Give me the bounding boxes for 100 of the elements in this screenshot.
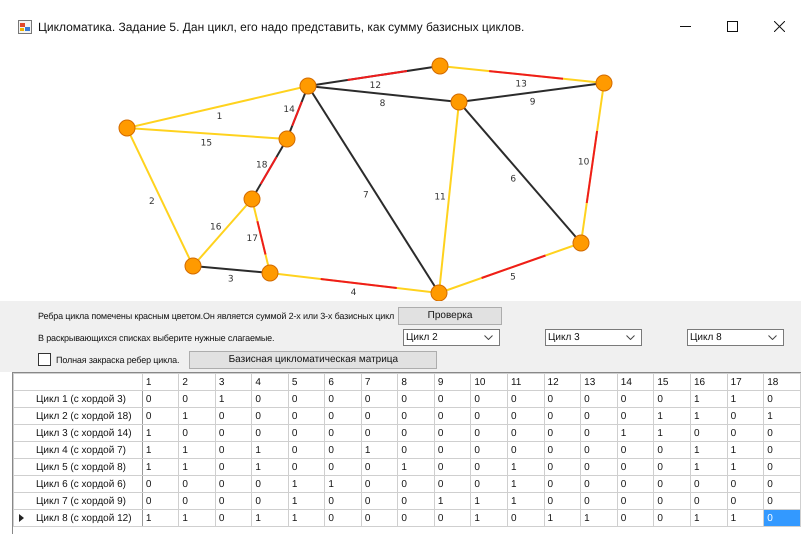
table-cell: 0	[764, 442, 800, 458]
table-cell: 0	[361, 390, 398, 408]
table-cell: 0	[288, 424, 325, 442]
edge-label: 15	[200, 138, 212, 148]
table-cell: 1	[470, 492, 508, 510]
edge-label: 11	[434, 192, 446, 203]
graph-node	[450, 94, 468, 110]
table-cell: 1	[470, 510, 508, 526]
graph-node	[262, 264, 278, 282]
column-header[interactable]: 17	[727, 374, 764, 390]
table-cell: 1	[727, 442, 764, 458]
table-cell: 0	[288, 390, 325, 408]
table-cell: 0	[727, 492, 764, 510]
table-cell: 0	[142, 408, 179, 424]
table-cell: 1	[690, 510, 728, 526]
column-header[interactable]: 6	[324, 374, 362, 390]
close-icon[interactable]	[774, 21, 785, 32]
column-header[interactable]: 5	[288, 374, 325, 390]
row-header: Цикл 5 (с хордой 8)	[36, 462, 126, 472]
table-cell: 1	[178, 442, 216, 458]
table-cell: 0	[470, 442, 508, 458]
row-header: Цикл 6 (с хордой 6)	[36, 478, 126, 490]
table-cell: 0	[617, 476, 654, 492]
table-cell: 0	[324, 492, 362, 510]
table-cell: 0	[580, 442, 618, 458]
column-header[interactable]: 12	[544, 374, 581, 390]
cycle-dropdown[interactable]: Цикл 2	[403, 329, 500, 346]
graph-node	[572, 234, 590, 252]
edge-label: 6	[510, 174, 516, 184]
column-header[interactable]: 3	[215, 374, 252, 390]
instruction-text: Ребра цикла помечены красным цветом.Он является суммой 2-х или 3-х базисных цикл	[38, 310, 394, 320]
column-header[interactable]: 2	[178, 374, 216, 390]
table-cell: 0	[654, 390, 690, 408]
cycle-dropdown[interactable]: Цикл 8	[687, 329, 784, 346]
column-header[interactable]: 1	[142, 374, 179, 390]
chevron-icon	[768, 335, 777, 340]
table-cell: 1	[764, 408, 800, 424]
table-cell: 0	[398, 492, 434, 510]
graph-node	[244, 190, 260, 208]
column-header[interactable]: 13	[580, 374, 618, 390]
column-header[interactable]: 18	[764, 374, 800, 390]
column-header[interactable]: 4	[252, 374, 288, 390]
edge-label: 13	[515, 79, 527, 90]
table-cell: 0	[727, 476, 764, 492]
table-cell: 0	[288, 442, 325, 458]
column-header[interactable]: 16	[690, 374, 728, 390]
table-cell: 0	[215, 492, 252, 510]
edge-label: 16	[210, 222, 222, 233]
checkbox-label: Полная закраска ребер цикла.	[56, 354, 180, 364]
table-cell: 0	[361, 458, 398, 476]
column-header[interactable]: 9	[434, 374, 471, 390]
table-cell: 0	[764, 390, 800, 408]
column-header[interactable]: 10	[470, 374, 508, 390]
table-cell: 1	[617, 424, 654, 442]
table-cell: 1	[178, 408, 216, 424]
table-cell: 0	[690, 476, 728, 492]
table-cell: 1	[252, 458, 288, 476]
table-cell: 0	[470, 458, 508, 476]
table-cell: 0	[727, 408, 764, 424]
table-cell: 0	[654, 458, 690, 476]
window-title: Цикломатика. Задание 5. Дан цикл, его надо представить, как сумму базисных циклов.	[38, 20, 526, 34]
table-cell: 0	[617, 458, 654, 476]
table-cell: 0	[252, 492, 288, 510]
table-cell: 0	[215, 458, 252, 476]
column-header[interactable]: 8	[398, 374, 434, 390]
table-cell: 0	[617, 408, 654, 424]
maximize-icon[interactable]	[727, 21, 738, 32]
checkbox[interactable]	[38, 353, 51, 366]
column-header[interactable]: 7	[361, 374, 398, 390]
column-header[interactable]: 15	[654, 374, 690, 390]
table-cell: 0	[470, 424, 508, 442]
table-cell: 1	[288, 492, 325, 510]
table-cell: 0	[398, 442, 434, 458]
table-cell: 0	[324, 510, 362, 526]
table-cell: 0	[507, 424, 544, 442]
table-cell: 0	[398, 476, 434, 492]
table-cell: 1	[434, 492, 471, 510]
edge-label: 1	[216, 112, 222, 122]
chevron-icon	[626, 335, 635, 340]
table-cell: 1	[142, 458, 179, 476]
cycle-dropdown[interactable]: Цикл 3	[545, 329, 642, 346]
table-cell: 0	[507, 510, 544, 526]
table-cell: 0	[215, 510, 252, 526]
edge-label: 12	[370, 80, 382, 91]
row-header: Цикл 7 (с хордой 9)	[36, 496, 126, 506]
table-cell: 0	[690, 492, 728, 510]
table-cell: 1	[690, 390, 728, 408]
column-header[interactable]: 11	[507, 374, 544, 390]
check-button[interactable]: Проверка	[398, 306, 502, 324]
table-cell: 1	[142, 442, 179, 458]
table-cell: 0	[544, 492, 581, 510]
table-cell: 0	[544, 408, 581, 424]
matrix-button[interactable]: Базисная цикломатическая матрица	[189, 350, 438, 368]
table-cell: 1	[544, 510, 581, 526]
table-cell: 0	[361, 510, 398, 526]
table-cell: 0	[580, 458, 618, 476]
table-cell: 0	[398, 424, 434, 442]
table-cell: 0	[434, 424, 471, 442]
column-header[interactable]: 14	[617, 374, 654, 390]
table-cell: 0	[215, 424, 252, 442]
